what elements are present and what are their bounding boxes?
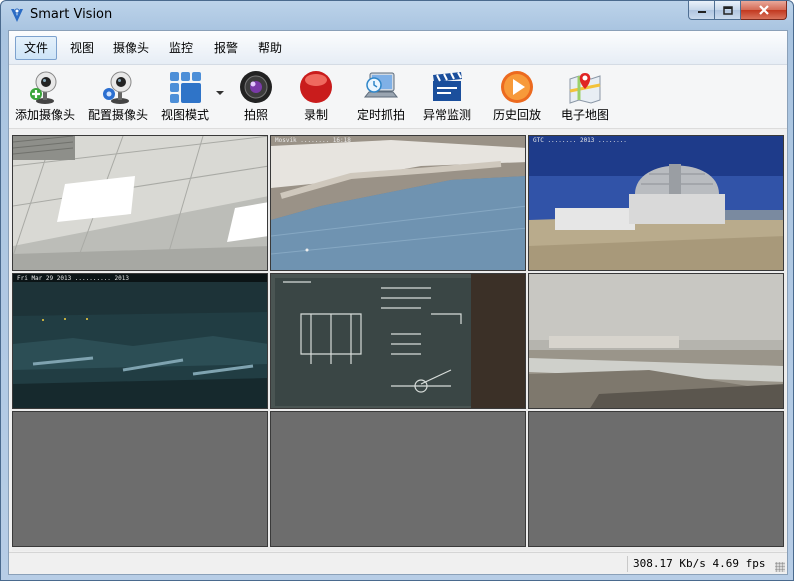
view-mode-dropdown-icon[interactable] (216, 91, 224, 95)
close-icon (758, 5, 769, 15)
toolbar: 添加摄像头 配置摄像头 视图模式 拍照 录制 定时抓拍 异常监测 历史回放 电子… (9, 65, 787, 129)
snapshot-label: 拍照 (243, 108, 268, 122)
history-playback-label: 历史回放 (492, 108, 541, 122)
view-mode-icon (170, 72, 201, 103)
video-cell-2[interactable]: Mosvik ........ 16:18 (270, 135, 526, 271)
timed-capture-icon (363, 72, 399, 98)
menu-help[interactable]: 帮助 (249, 36, 291, 60)
menu-alarm[interactable]: 报警 (205, 36, 247, 60)
status-rate: 308.17 Kb/s 4.69 fps (633, 557, 766, 570)
client-area: 文件 视图 摄像头 监控 报警 帮助 添加摄像头 配置摄像头 视图模式 拍照 录… (8, 30, 788, 575)
maximize-icon (722, 5, 733, 15)
history-playback-button[interactable]: 历史回放 (487, 67, 547, 125)
menu-view[interactable]: 视图 (61, 36, 103, 60)
video-cell-3[interactable]: GTC ........ 2013 ........ (528, 135, 784, 271)
camera-lens-icon (240, 71, 272, 103)
play-icon (501, 71, 533, 103)
video-cell-9[interactable] (528, 411, 784, 547)
title-bar[interactable]: Smart Vision (1, 1, 793, 29)
menu-bar: 文件 视图 摄像头 监控 报警 帮助 (9, 31, 787, 65)
close-button[interactable] (741, 1, 787, 20)
office-ceiling-feed (13, 136, 267, 270)
anomaly-detect-button[interactable]: 异常监测 (417, 67, 477, 125)
video-cell-8[interactable] (270, 411, 526, 547)
clapperboard-icon (433, 72, 462, 101)
menu-file[interactable]: 文件 (15, 36, 58, 60)
config-camera-button[interactable]: 配置摄像头 (86, 67, 150, 125)
cell-2-osd: Mosvik ........ 16:18 (275, 137, 351, 144)
video-cell-5[interactable] (270, 273, 526, 409)
timed-capture-button[interactable]: 定时抓拍 (351, 67, 411, 125)
night-coast-feed (13, 274, 267, 408)
cell-4-osd: Fri Mar 29 2013 .......... 2013 (17, 275, 129, 282)
anomaly-detect-label: 异常监测 (422, 108, 471, 122)
record-label: 录制 (303, 108, 328, 122)
app-logo-icon (11, 8, 23, 22)
cell-3-osd: GTC ........ 2013 ........ (533, 137, 627, 144)
video-grid: Mosvik ........ 16:18 GTC ........ 2013 … (12, 135, 786, 551)
window-controls (688, 1, 787, 21)
snapshot-button[interactable]: 拍照 (233, 67, 279, 125)
map-icon (569, 73, 601, 104)
lake-town-feed (271, 136, 525, 270)
view-mode-label: 视图模式 (160, 108, 209, 122)
view-mode-button[interactable]: 视图模式 (158, 67, 212, 125)
config-camera-label: 配置摄像头 (87, 108, 148, 122)
menu-camera[interactable]: 摄像头 (104, 36, 158, 60)
resize-grip-icon[interactable] (775, 562, 785, 572)
add-camera-label: 添加摄像头 (14, 108, 75, 122)
blackboard-feed (271, 274, 525, 408)
observatory-dome-feed (529, 136, 783, 270)
timed-capture-label: 定时抓拍 (356, 108, 405, 122)
add-camera-button[interactable]: 添加摄像头 (13, 67, 77, 125)
minimize-button[interactable] (688, 1, 715, 20)
status-bar: 308.17 Kb/s 4.69 fps (9, 552, 787, 574)
add-camera-icon (30, 71, 57, 104)
menu-monitor[interactable]: 监控 (160, 36, 202, 60)
e-map-label: 电子地图 (560, 108, 609, 122)
config-camera-icon (103, 71, 132, 104)
app-window: Smart Vision 文件 视图 摄像头 监控 报警 帮助 添加摄像头 配置… (0, 0, 794, 581)
record-icon (300, 71, 332, 103)
video-cell-4[interactable]: Fri Mar 29 2013 .......... 2013 (12, 273, 268, 409)
video-cell-6[interactable] (528, 273, 784, 409)
status-separator (627, 556, 628, 572)
video-cell-7[interactable] (12, 411, 268, 547)
beach-feed (529, 274, 783, 408)
video-cell-1[interactable] (12, 135, 268, 271)
minimize-icon (697, 11, 706, 13)
maximize-button[interactable] (715, 1, 741, 20)
e-map-button[interactable]: 电子地图 (555, 67, 615, 125)
record-button[interactable]: 录制 (293, 67, 339, 125)
window-title: Smart Vision (30, 7, 113, 22)
